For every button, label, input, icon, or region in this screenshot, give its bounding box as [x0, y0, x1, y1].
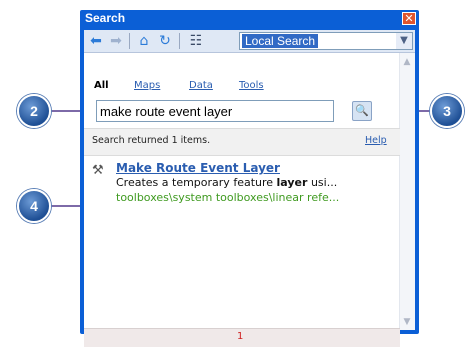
magnifier-icon: 🔍 [355, 104, 369, 117]
hammer-icon: ⚒ [92, 163, 104, 178]
result-title-link[interactable]: Make Route Event Layer [116, 161, 280, 175]
home-icon[interactable]: ⌂ [136, 33, 152, 49]
search-button[interactable]: 🔍 [352, 101, 372, 121]
status-bar: Search returned 1 items. Help [84, 128, 400, 156]
pagination-bar: 1 [84, 328, 400, 347]
toolbar-separator [129, 33, 130, 49]
refresh-icon[interactable]: ↻ [157, 33, 173, 49]
tab-all[interactable]: All [94, 80, 109, 91]
result-description: Creates a temporary feature layer usi... [116, 176, 338, 189]
chevron-down-icon[interactable]: ▼ [396, 33, 412, 49]
toolbar-separator [179, 33, 180, 49]
page-number[interactable]: 1 [237, 331, 243, 342]
results-count-text: Search returned 1 items. [92, 135, 211, 146]
toolbar: ⬅ ➡ ⌂ ↻ ☷ Local Search ▼ [84, 30, 415, 53]
options-icon[interactable]: ☷ [188, 33, 204, 49]
search-panel: ▲ ▼ All Maps Data Tools make route event… [84, 53, 415, 347]
result-path: toolboxes\system toolboxes\linear refe..… [116, 191, 340, 204]
scroll-up-icon[interactable]: ▲ [400, 55, 414, 69]
window-title: Search [85, 11, 126, 25]
help-link[interactable]: Help [365, 135, 387, 146]
back-arrow-icon[interactable]: ⬅ [88, 33, 104, 49]
search-scope-dropdown[interactable]: Local Search ▼ [239, 32, 413, 50]
close-icon: ✕ [404, 12, 414, 25]
forward-arrow-icon[interactable]: ➡ [108, 33, 124, 49]
scroll-down-icon[interactable]: ▼ [400, 315, 414, 329]
search-input[interactable]: make route event layer [96, 100, 334, 122]
scrollbar[interactable]: ▲ ▼ [399, 53, 415, 330]
callout-3: 3 [430, 94, 464, 128]
callout-2: 2 [17, 94, 51, 128]
tab-data[interactable]: Data [189, 80, 213, 91]
callout-4: 4 [17, 189, 51, 223]
tab-tools[interactable]: Tools [239, 80, 264, 91]
close-button[interactable]: ✕ [402, 12, 416, 25]
tab-maps[interactable]: Maps [134, 80, 160, 91]
dropdown-value: Local Search [242, 34, 319, 48]
search-window: Search ✕ ⬅ ➡ ⌂ ↻ ☷ Local Search ▼ ▲ ▼ Al… [80, 10, 419, 347]
search-input-value: make route event layer [100, 104, 233, 119]
